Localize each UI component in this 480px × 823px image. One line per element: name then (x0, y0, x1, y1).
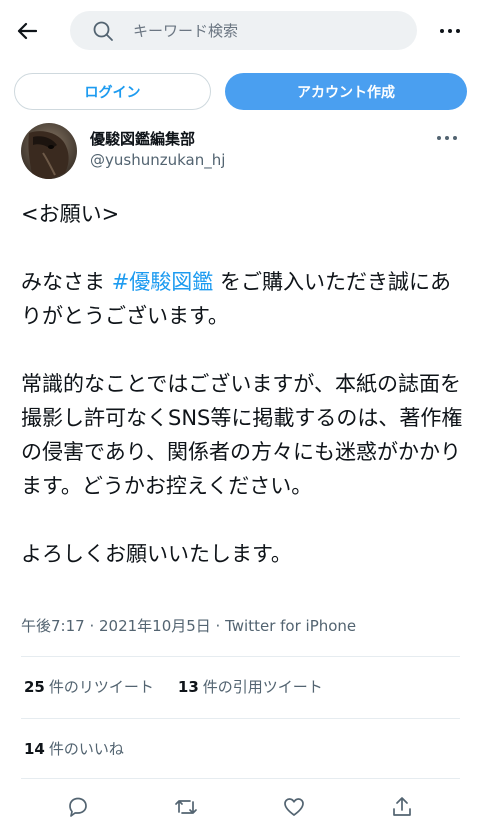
tweet-more-button[interactable] (437, 136, 457, 140)
back-button[interactable] (12, 16, 42, 46)
tweet-text-segment: みなさま (21, 270, 112, 294)
search-icon (93, 21, 113, 41)
tweet-paragraph: みなさま #優駿図鑑 をご購入いただき誠にありがとうございます。 (21, 265, 471, 333)
divider (21, 656, 460, 657)
like-button[interactable] (280, 793, 308, 821)
retweets-count: 25 (24, 678, 45, 696)
likes-label: 件のいいね (48, 740, 124, 758)
author-name[interactable]: 優駿図鑑編集部 (90, 128, 195, 149)
retweets-label: 件のリツイート (48, 678, 154, 696)
avatar[interactable] (21, 123, 77, 179)
signup-button[interactable]: アカウント作成 (225, 73, 467, 110)
more-icon-dot (453, 136, 457, 140)
divider (21, 778, 460, 779)
retweets-stat[interactable]: 25 件のリツイート (24, 676, 154, 697)
more-icon-dot (448, 29, 452, 33)
likes-stat[interactable]: 14 件のいいね (24, 738, 124, 759)
share-button[interactable] (388, 793, 416, 821)
likes-count: 14 (24, 740, 45, 758)
auth-row: ログイン アカウント作成 (0, 73, 480, 110)
action-bar (0, 793, 480, 823)
tweet-paragraph: <お願い> (21, 202, 120, 226)
author-handle[interactable]: @yushunzukan_hj (90, 151, 225, 169)
horse-avatar-image (21, 123, 77, 179)
search-box[interactable] (70, 11, 417, 50)
reply-button[interactable] (64, 793, 92, 821)
quotes-count: 13 (177, 678, 199, 696)
top-bar (0, 0, 480, 62)
reply-icon (69, 797, 87, 817)
tweet-paragraph: 常識的なことではございますが、本紙の誌面を撮影し許可なくSNS等に掲載するのは、… (21, 372, 463, 498)
share-icon (393, 797, 411, 816)
like-icon (284, 798, 304, 816)
more-icon (437, 136, 441, 140)
stats-row: 25 件のリツイート 13 件の引用ツイート (24, 676, 323, 697)
more-icon-dot (445, 136, 449, 140)
more-options-button[interactable] (440, 25, 462, 37)
divider (21, 718, 460, 719)
quotes-stat[interactable]: 13 件の引用ツイート (178, 676, 323, 697)
hashtag-link[interactable]: #優駿図鑑 (112, 270, 214, 294)
tweet-timestamp[interactable]: 午後7:17 · 2021年10月5日 · Twitter for iPhone (21, 615, 356, 636)
more-icon-dot (456, 29, 460, 33)
search-input[interactable] (133, 11, 403, 50)
more-icon (440, 29, 444, 33)
quotes-label: 件の引用ツイート (202, 678, 323, 696)
back-arrow-icon (17, 22, 37, 40)
retweet-icon (175, 800, 197, 814)
retweet-button[interactable] (172, 793, 200, 821)
tweet-paragraph: よろしくお願いいたします。 (21, 542, 292, 566)
login-button[interactable]: ログイン (14, 73, 211, 110)
tweet-text: <お願い> みなさま #優駿図鑑 をご購入いただき誠にありがとうございます。 常… (21, 197, 471, 605)
